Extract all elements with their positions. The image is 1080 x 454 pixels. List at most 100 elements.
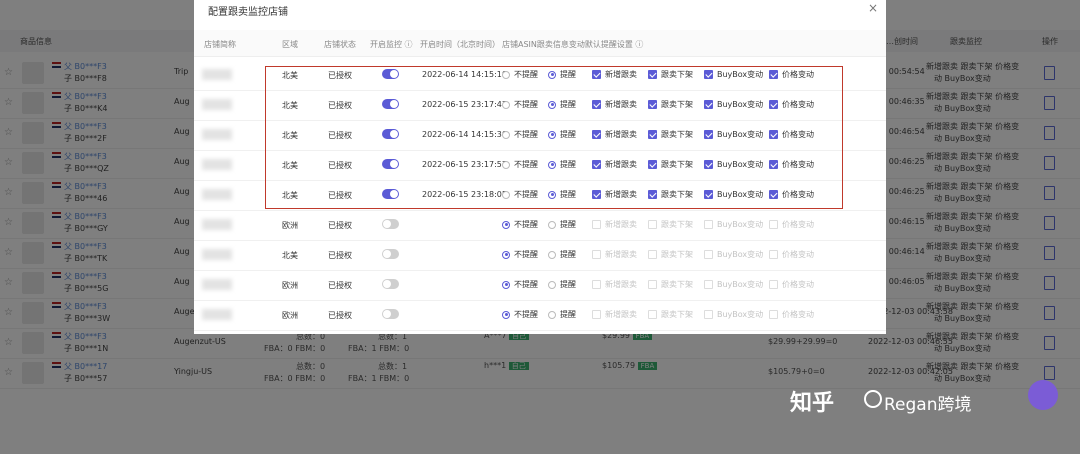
buybox-checkbox[interactable]: BuyBox变动 xyxy=(704,159,763,171)
monitor-toggle[interactable] xyxy=(382,309,399,319)
checkbox-box xyxy=(592,70,601,79)
no-remind-radio[interactable]: 不提醒 xyxy=(502,219,538,231)
watermark-zhihu: 知乎 xyxy=(790,391,835,416)
new-seller-checkbox[interactable]: 新增跟卖 xyxy=(592,309,637,321)
remind-radio[interactable]: 提醒 xyxy=(548,309,576,321)
buybox-checkbox[interactable]: BuyBox变动 xyxy=(704,189,763,201)
new-seller-checkbox[interactable]: 新增跟卖 xyxy=(592,249,637,261)
no-remind-radio[interactable]: 不提醒 xyxy=(502,279,538,291)
seller-removed-checkbox[interactable]: 跟卖下架 xyxy=(648,69,693,81)
no-remind-radio[interactable]: 不提醒 xyxy=(502,249,538,261)
seller-removed-label: 跟卖下架 xyxy=(661,190,693,199)
remind-radio[interactable]: 提醒 xyxy=(548,279,576,291)
price-checkbox[interactable]: 价格变动 xyxy=(769,309,814,321)
remind-radio[interactable]: 提醒 xyxy=(548,189,576,201)
buybox-checkbox[interactable]: BuyBox变动 xyxy=(704,249,763,261)
radio-circle xyxy=(502,160,510,169)
price-checkbox[interactable]: 价格变动 xyxy=(769,219,814,231)
checkbox-box xyxy=(648,100,657,109)
store-row: 欧洲 已授权 不提醒 提醒 新增跟卖 跟卖下架 BuyBox变动 价格变动 xyxy=(194,210,886,241)
no-remind-radio[interactable]: 不提醒 xyxy=(502,159,538,171)
new-seller-label: 新增跟卖 xyxy=(605,280,637,289)
price-checkbox[interactable]: 价格变动 xyxy=(769,249,814,261)
radio-circle xyxy=(502,220,510,229)
toggle-knob xyxy=(383,280,391,288)
price-label: 价格变动 xyxy=(782,280,814,289)
seller-removed-checkbox[interactable]: 跟卖下架 xyxy=(648,279,693,291)
buybox-checkbox[interactable]: BuyBox变动 xyxy=(704,219,763,231)
monitor-toggle[interactable] xyxy=(382,279,399,289)
new-seller-checkbox[interactable]: 新增跟卖 xyxy=(592,159,637,171)
buybox-checkbox[interactable]: BuyBox变动 xyxy=(704,99,763,111)
monitor-toggle[interactable] xyxy=(382,99,399,109)
no-remind-radio[interactable]: 不提醒 xyxy=(502,189,538,201)
monitor-toggle[interactable] xyxy=(382,159,399,169)
no-remind-radio[interactable]: 不提醒 xyxy=(502,69,538,81)
buybox-label: BuyBox变动 xyxy=(717,250,764,259)
new-seller-checkbox[interactable]: 新增跟卖 xyxy=(592,129,637,141)
remind-radio[interactable]: 提醒 xyxy=(548,159,576,171)
price-checkbox[interactable]: 价格变动 xyxy=(769,99,814,111)
floating-action-button[interactable] xyxy=(1028,380,1058,410)
region: 欧洲 xyxy=(282,221,298,230)
radio-circle xyxy=(502,280,510,289)
seller-removed-checkbox[interactable]: 跟卖下架 xyxy=(648,129,693,141)
checkbox-box xyxy=(704,280,713,289)
new-seller-checkbox[interactable]: 新增跟卖 xyxy=(592,99,637,111)
new-seller-checkbox[interactable]: 新增跟卖 xyxy=(592,189,637,201)
price-checkbox[interactable]: 价格变动 xyxy=(769,159,814,171)
monitor-toggle[interactable] xyxy=(382,189,399,199)
monitor-toggle[interactable] xyxy=(382,219,399,229)
buybox-label: BuyBox变动 xyxy=(717,130,764,139)
checkbox-box xyxy=(769,100,778,109)
buybox-checkbox[interactable]: BuyBox变动 xyxy=(704,69,763,81)
remind-radio[interactable]: 提醒 xyxy=(548,99,576,111)
seller-removed-checkbox[interactable]: 跟卖下架 xyxy=(648,309,693,321)
checkbox-box xyxy=(769,190,778,199)
radio-circle xyxy=(548,280,556,289)
no-remind-label: 不提醒 xyxy=(514,250,538,259)
price-checkbox[interactable]: 价格变动 xyxy=(769,129,814,141)
remind-radio[interactable]: 提醒 xyxy=(548,129,576,141)
store-row: 北美 已授权 2022-06-15 23:17:47 不提醒 提醒 新增跟卖 跟卖下架 Buy… xyxy=(194,90,886,121)
seller-removed-checkbox[interactable]: 跟卖下架 xyxy=(648,249,693,261)
seller-removed-checkbox[interactable]: 跟卖下架 xyxy=(648,99,693,111)
monitor-toggle[interactable] xyxy=(382,69,399,79)
checkbox-box xyxy=(648,190,657,199)
price-checkbox[interactable]: 价格变动 xyxy=(769,189,814,201)
seller-removed-label: 跟卖下架 xyxy=(661,70,693,79)
remind-label: 提醒 xyxy=(560,220,576,229)
modal-table-header: 店铺简称 区域 店铺状态 开启监控 ⓘ 开启时间（北京时间） 店铺ASIN跟卖信… xyxy=(194,30,886,57)
region: 欧洲 xyxy=(282,281,298,290)
price-checkbox[interactable]: 价格变动 xyxy=(769,279,814,291)
seller-removed-checkbox[interactable]: 跟卖下架 xyxy=(648,159,693,171)
checkbox-box xyxy=(769,220,778,229)
new-seller-checkbox[interactable]: 新增跟卖 xyxy=(592,279,637,291)
remind-radio[interactable]: 提醒 xyxy=(548,219,576,231)
modal-title: 配置跟卖监控店铺 xyxy=(208,7,288,18)
close-icon[interactable]: × xyxy=(868,1,878,15)
monitor-toggle[interactable] xyxy=(382,249,399,259)
checkbox-box xyxy=(704,130,713,139)
no-remind-radio[interactable]: 不提醒 xyxy=(502,99,538,111)
buybox-label: BuyBox变动 xyxy=(717,220,764,229)
price-checkbox[interactable]: 价格变动 xyxy=(769,69,814,81)
radio-circle xyxy=(548,70,556,79)
monitor-toggle[interactable] xyxy=(382,129,399,139)
remind-label: 提醒 xyxy=(560,130,576,139)
seller-removed-checkbox[interactable]: 跟卖下架 xyxy=(648,189,693,201)
new-seller-checkbox[interactable]: 新增跟卖 xyxy=(592,69,637,81)
checkbox-box xyxy=(648,130,657,139)
no-remind-radio[interactable]: 不提醒 xyxy=(502,129,538,141)
buybox-checkbox[interactable]: BuyBox变动 xyxy=(704,279,763,291)
buybox-checkbox[interactable]: BuyBox变动 xyxy=(704,129,763,141)
start-time: 2022-06-14 14:15:30 xyxy=(422,130,507,139)
no-remind-label: 不提醒 xyxy=(514,190,538,199)
no-remind-radio[interactable]: 不提醒 xyxy=(502,309,538,321)
new-seller-checkbox[interactable]: 新增跟卖 xyxy=(592,219,637,231)
radio-circle xyxy=(548,130,556,139)
remind-radio[interactable]: 提醒 xyxy=(548,249,576,261)
remind-radio[interactable]: 提醒 xyxy=(548,69,576,81)
buybox-checkbox[interactable]: BuyBox变动 xyxy=(704,309,763,321)
seller-removed-checkbox[interactable]: 跟卖下架 xyxy=(648,219,693,231)
